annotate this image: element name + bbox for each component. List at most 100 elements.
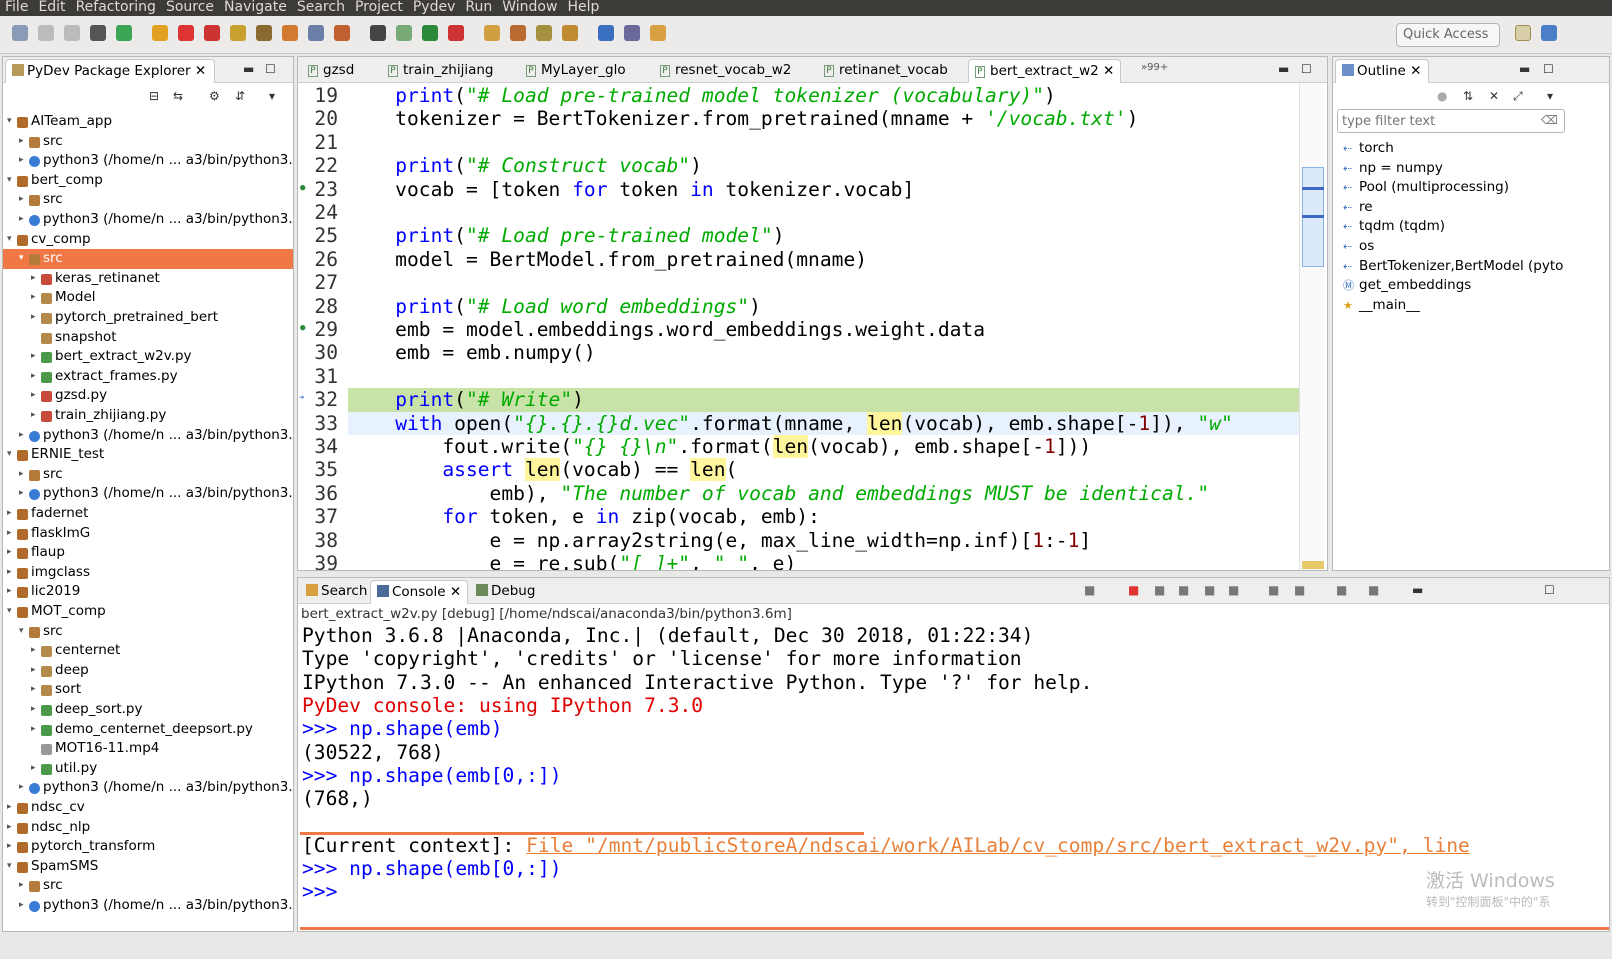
use-step-filters-icon[interactable]	[334, 25, 350, 41]
tree-node[interactable]: ▸ bert_extract_w2v.py	[3, 347, 293, 367]
code-area[interactable]: 19 print("# Load pre-trained model token…	[298, 83, 1299, 570]
console-file-link[interactable]: File "/mnt/publicStoreA/ndscai/work/AILa…	[526, 834, 1470, 857]
expand-arrow-icon[interactable]: ▸	[31, 386, 39, 406]
expand-arrow-icon[interactable]: ▾	[7, 602, 15, 622]
sort-icon[interactable]: ⇅	[1463, 89, 1473, 103]
save-icon[interactable]	[38, 25, 54, 41]
code-line[interactable]: with open("{}.{}.{}d.vec".format(mname, …	[348, 411, 1299, 435]
editor-tab-train-zhijiang[interactable]: Ptrain_zhijiang	[382, 59, 499, 83]
code-line[interactable]: print("# Load word embeddings")	[348, 295, 761, 318]
tree-node[interactable]: ▸ deep	[3, 661, 293, 681]
expand-arrow-icon[interactable]: ▸	[7, 543, 15, 563]
expand-arrow-icon[interactable]: ▸	[31, 288, 39, 308]
tree-node[interactable]: ▸ python3 (/home/n ... a3/bin/python3.	[3, 426, 293, 446]
tree-node[interactable]: ▸ extract_frames.py	[3, 367, 293, 387]
expand-arrow-icon[interactable]: ▸	[7, 818, 15, 838]
focus-icon[interactable]: ⇵	[235, 89, 245, 103]
last-edit-icon[interactable]	[598, 25, 614, 41]
menu-item-file[interactable]: File	[0, 0, 33, 16]
expand-arrow-icon[interactable]: ▸	[19, 190, 27, 210]
menu-item-run[interactable]: Run	[460, 0, 497, 16]
maximize-icon[interactable]: ☐	[1544, 583, 1555, 597]
tree-node[interactable]: ▾ src	[3, 622, 293, 642]
menu-item-window[interactable]: Window	[497, 0, 562, 16]
tree-node[interactable]: ▸ python3 (/home/n ... a3/bin/python3.	[3, 210, 293, 230]
coverage-icon[interactable]	[448, 25, 464, 41]
code-line[interactable]: model = BertModel.from_pretrained(mname)	[348, 248, 867, 271]
link-with-editor-icon[interactable]: ⇆	[173, 89, 183, 103]
editor-tab-resnet-vocab-w2[interactable]: Presnet_vocab_w2	[654, 59, 797, 83]
remove-all-icon[interactable]: ■	[1178, 583, 1189, 597]
minimize-icon[interactable]: ▬	[243, 62, 254, 76]
project-node[interactable]: ▾ SpamSMS	[3, 857, 293, 877]
tree-node[interactable]: ▸ src	[3, 132, 293, 152]
collapse-icon[interactable]: ✕	[1489, 89, 1499, 103]
expand-arrow-icon[interactable]: ▸	[7, 563, 15, 583]
expand-arrow-icon[interactable]: ▸	[31, 661, 39, 681]
expand-arrow-icon[interactable]: ▸	[19, 132, 27, 152]
new-icon[interactable]	[12, 25, 28, 41]
open-console-icon[interactable]: ■	[1084, 583, 1095, 597]
tree-node[interactable]: ▸ train_zhijiang.py	[3, 406, 293, 426]
terminate-icon[interactable]: ■	[1128, 583, 1139, 597]
word-wrap-icon[interactable]: ■	[1268, 583, 1279, 597]
expand-arrow-icon[interactable]: ▾	[7, 171, 15, 191]
project-node[interactable]: ▸ pytorch_transform	[3, 837, 293, 857]
outline-item[interactable]: ⇠ Pool (multiprocessing)	[1343, 178, 1509, 198]
hide-icon[interactable]: ●	[1437, 89, 1447, 103]
debug-resume-icon[interactable]	[116, 25, 132, 41]
open-task-icon[interactable]	[510, 25, 526, 41]
collapse-all-icon[interactable]: ⊟	[149, 89, 159, 103]
expand-arrow-icon[interactable]: ▸	[19, 151, 27, 171]
tree-node[interactable]: snapshot	[3, 328, 293, 348]
menu-item-search[interactable]: Search	[292, 0, 350, 16]
tab-package-explorer[interactable]: PyDev Package Explorer ✕	[5, 59, 215, 83]
remove-launch-icon[interactable]: ■	[1154, 583, 1165, 597]
menu-item-refactoring[interactable]: Refactoring	[71, 0, 161, 16]
outline-filter-input[interactable]	[1338, 110, 1528, 132]
project-node[interactable]: ▸ flaup	[3, 543, 293, 563]
debug-config-icon[interactable]	[90, 25, 106, 41]
expand-arrow-icon[interactable]: ▸	[7, 837, 15, 857]
expand-arrow-icon[interactable]: ▸	[19, 426, 27, 446]
code-line[interactable]: assert len(vocab) == len(	[348, 458, 737, 482]
minimize-icon[interactable]: ▬	[1278, 62, 1289, 76]
scroll-lock-icon[interactable]: ■	[1228, 583, 1239, 597]
project-node[interactable]: ▾ bert_comp	[3, 171, 293, 191]
code-line[interactable]: for token, e in zip(vocab, emb):	[348, 505, 820, 528]
expand-arrow-icon[interactable]: ▸	[31, 367, 39, 387]
outline-item[interactable]: ⇠ torch	[1343, 139, 1394, 159]
project-node[interactable]: ▸ fadernet	[3, 504, 293, 524]
tree-node[interactable]: ▾ src	[3, 249, 293, 269]
tab-console[interactable]: Console ✕	[370, 580, 469, 604]
menu-item-edit[interactable]: Edit	[33, 0, 70, 16]
editor-tab-overflow[interactable]: »99+	[1141, 62, 1168, 73]
expand-arrow-icon[interactable]: ▸	[31, 759, 39, 779]
close-icon[interactable]: ✕	[195, 63, 206, 79]
code-line[interactable]: print("# Construct vocab")	[348, 154, 702, 177]
project-node[interactable]: ▾ cv_comp	[3, 230, 293, 250]
tree-node[interactable]: ▸ gzsd.py	[3, 386, 293, 406]
project-node[interactable]: ▾ AITeam_app	[3, 112, 293, 132]
open-console-icon[interactable]	[370, 25, 386, 41]
terminate-icon[interactable]	[178, 25, 194, 41]
code-line[interactable]: e = np.array2string(e, max_line_width=np…	[348, 529, 1092, 552]
step-return-icon[interactable]	[282, 25, 298, 41]
project-node[interactable]: ▾ ERNIE_test	[3, 445, 293, 465]
breakpoint-icon[interactable]: ●	[300, 323, 305, 333]
clear-filter-icon[interactable]: ⌫	[1541, 113, 1558, 127]
tab-search[interactable]: Search	[300, 580, 373, 604]
code-line[interactable]: vocab = [token for token in tokenizer.vo…	[348, 178, 914, 201]
expand-arrow-icon[interactable]: ▸	[31, 700, 39, 720]
step-into-icon[interactable]	[230, 25, 246, 41]
code-line[interactable]: tokenizer = BertTokenizer.from_pretraine…	[348, 107, 1138, 130]
new-console-icon[interactable]: ■	[1336, 583, 1347, 597]
open-type-icon[interactable]	[484, 25, 500, 41]
expand-arrow-icon[interactable]: ▸	[19, 210, 27, 230]
filter-icon[interactable]: ⚙	[209, 89, 220, 103]
expand-arrow-icon[interactable]: ▸	[31, 720, 39, 740]
expand-arrow-icon[interactable]: ▸	[19, 465, 27, 485]
tree-node[interactable]: ▸ centernet	[3, 641, 293, 661]
view-menu-icon[interactable]: ▾	[269, 89, 275, 103]
expand-arrow-icon[interactable]: ▸	[31, 406, 39, 426]
